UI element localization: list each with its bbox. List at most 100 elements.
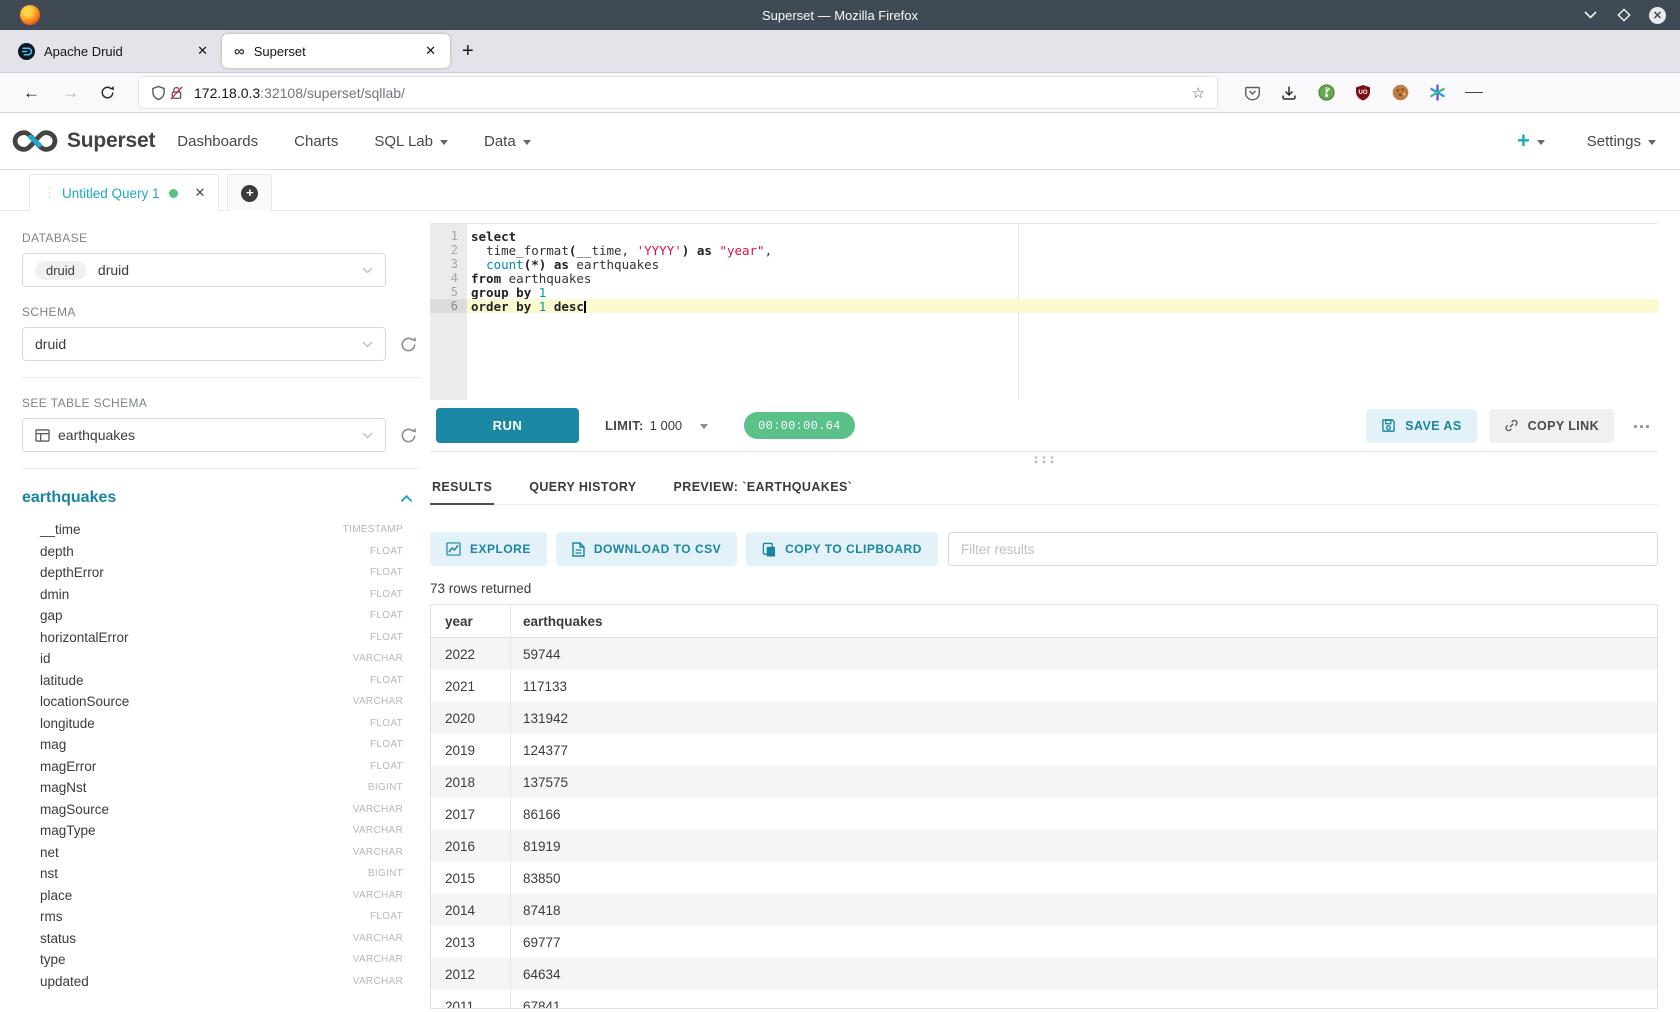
browser-tabstrip: Apache Druid ✕ ∞ Superset ✕ +	[0, 30, 1680, 73]
cell-earthquakes: 81919	[511, 830, 1657, 862]
back-button[interactable]: ←	[12, 83, 51, 103]
cell-earthquakes: 87418	[511, 894, 1657, 926]
extension-green-icon[interactable]	[1317, 84, 1335, 102]
column-type: FLOAT	[370, 718, 403, 729]
superset-brand[interactable]: Superset	[12, 129, 155, 153]
cell-year: 2017	[431, 798, 511, 830]
table-select[interactable]: earthquakes	[22, 418, 386, 452]
cell-earthquakes: 137575	[511, 766, 1657, 798]
column-type: BIGINT	[368, 868, 403, 879]
nav-item-charts[interactable]: Charts	[294, 133, 338, 150]
editor-code: select time_format(__time, 'YYYY') as "y…	[467, 224, 1658, 400]
new-tab-button[interactable]: +	[450, 40, 486, 63]
limit-control[interactable]: LIMIT: 1 000	[605, 418, 708, 433]
forward-button: →	[51, 83, 90, 103]
download-icon[interactable]	[1280, 84, 1298, 102]
save-icon	[1381, 418, 1396, 433]
database-select[interactable]: druid druid	[22, 253, 386, 287]
browser-tab-superset[interactable]: ∞ Superset ✕	[222, 34, 450, 68]
schema-select[interactable]: druid	[22, 327, 386, 361]
tab-preview-earthquakes[interactable]: PREVIEW: `EARTHQUAKES`	[672, 470, 855, 504]
refresh-schemas-button[interactable]	[400, 336, 417, 353]
column-name: id	[40, 651, 51, 666]
column-header-year[interactable]: year	[431, 605, 511, 637]
refresh-tables-button[interactable]	[400, 427, 417, 444]
tab-close-icon[interactable]: ✕	[193, 41, 212, 61]
column-name: magNst	[40, 780, 87, 795]
column-name: net	[40, 845, 59, 860]
column-type: VARCHAR	[353, 696, 403, 707]
schema-column: nstBIGINT	[40, 863, 403, 885]
filter-results-input[interactable]	[948, 532, 1658, 566]
table-row: 2018137575	[431, 766, 1657, 798]
query-tab[interactable]: ⋮ Untitled Query 1 ✕	[29, 174, 219, 211]
table-row: 202259744	[431, 638, 1657, 670]
column-type: FLOAT	[370, 739, 403, 750]
schema-column: magErrorFLOAT	[40, 756, 403, 778]
nav-item-data[interactable]: Data	[484, 133, 531, 150]
add-menu-button[interactable]: +	[1517, 130, 1545, 152]
asterisk-extension-icon[interactable]	[1428, 84, 1446, 102]
cell-year: 2012	[431, 958, 511, 990]
cell-earthquakes: 67841	[511, 990, 1657, 1009]
more-options-button[interactable]: …	[1626, 412, 1658, 440]
url-text[interactable]: 172.18.0.3:32108/superset/sqllab/	[194, 85, 1190, 101]
add-query-tab-button[interactable]: +	[227, 174, 272, 211]
copy-clipboard-button[interactable]: COPY TO CLIPBOARD	[746, 532, 938, 566]
divider	[22, 377, 421, 378]
bookmark-star-icon[interactable]: ☆	[1190, 84, 1207, 102]
rows-returned-label: 73 rows returned	[430, 581, 1658, 596]
cookie-icon[interactable]	[1391, 84, 1409, 102]
pane-resize-handle[interactable]	[1033, 455, 1055, 464]
settings-menu[interactable]: Settings	[1587, 133, 1656, 150]
cell-year: 2013	[431, 926, 511, 958]
table-row: 201167841	[431, 990, 1657, 1009]
tab-query-history[interactable]: QUERY HISTORY	[527, 470, 638, 504]
close-icon[interactable]: ✕	[195, 185, 206, 201]
tab-title: Superset	[254, 44, 421, 59]
column-header-earthquakes[interactable]: earthquakes	[511, 605, 1657, 637]
column-type: FLOAT	[370, 675, 403, 686]
chevron-down-icon	[440, 140, 448, 145]
sqllab-workspace: DATABASE druid druid SCHEMA druid	[0, 211, 1680, 1012]
browser-tab-druid[interactable]: Apache Druid ✕	[6, 34, 222, 68]
nav-item-sql-lab[interactable]: SQL Lab	[374, 133, 448, 150]
cell-year: 2021	[431, 670, 511, 702]
ublock-icon[interactable]: UO	[1354, 84, 1372, 102]
pocket-icon[interactable]	[1243, 84, 1261, 102]
window-title: Superset — Mozilla Firefox	[0, 8, 1680, 23]
column-name: type	[40, 952, 66, 967]
cell-earthquakes: 59744	[511, 638, 1657, 670]
column-type: VARCHAR	[353, 976, 403, 987]
column-name: latitude	[40, 673, 84, 688]
url-bar[interactable]: 172.18.0.3:32108/superset/sqllab/ ☆	[139, 77, 1217, 108]
shield-icon[interactable]	[149, 84, 167, 102]
reload-button[interactable]	[90, 85, 125, 100]
column-name: horizontalError	[40, 630, 129, 645]
schema-column-list: __timeTIMESTAMPdepthFLOATdepthErrorFLOAT…	[22, 517, 421, 992]
save-as-button[interactable]: SAVE AS	[1366, 409, 1476, 443]
column-type: FLOAT	[370, 911, 403, 922]
run-button[interactable]: RUN	[436, 408, 579, 443]
window-minimize-button[interactable]	[1581, 6, 1599, 24]
run-toolbar: RUN LIMIT: 1 000 00:00:00.64 SAVE AS	[430, 400, 1658, 452]
window-close-button[interactable]: ✕	[1649, 7, 1666, 24]
schema-column: rmsFLOAT	[40, 906, 403, 928]
cell-earthquakes: 117133	[511, 670, 1657, 702]
copy-link-button[interactable]: COPY LINK	[1489, 409, 1614, 443]
explore-button[interactable]: EXPLORE	[430, 532, 547, 566]
nav-item-dashboards[interactable]: Dashboards	[177, 133, 258, 150]
schema-column: netVARCHAR	[40, 842, 403, 864]
menu-hamburger-icon[interactable]	[1465, 84, 1483, 102]
tab-results[interactable]: RESULTS	[430, 470, 494, 505]
schema-column: __timeTIMESTAMP	[40, 519, 403, 541]
chevron-down-icon	[362, 267, 373, 274]
tab-close-icon[interactable]: ✕	[421, 41, 440, 61]
window-maximize-button[interactable]	[1615, 6, 1633, 24]
download-csv-button[interactable]: DOWNLOAD TO CSV	[556, 532, 737, 566]
collapse-chevron-up-icon[interactable]	[400, 494, 413, 503]
schema-label: SCHEMA	[22, 305, 421, 319]
sql-editor[interactable]: 123456 select time_format(__time, 'YYYY'…	[430, 223, 1658, 400]
gutter-line-number: 6	[430, 299, 467, 313]
schema-column: depthFLOAT	[40, 541, 403, 563]
